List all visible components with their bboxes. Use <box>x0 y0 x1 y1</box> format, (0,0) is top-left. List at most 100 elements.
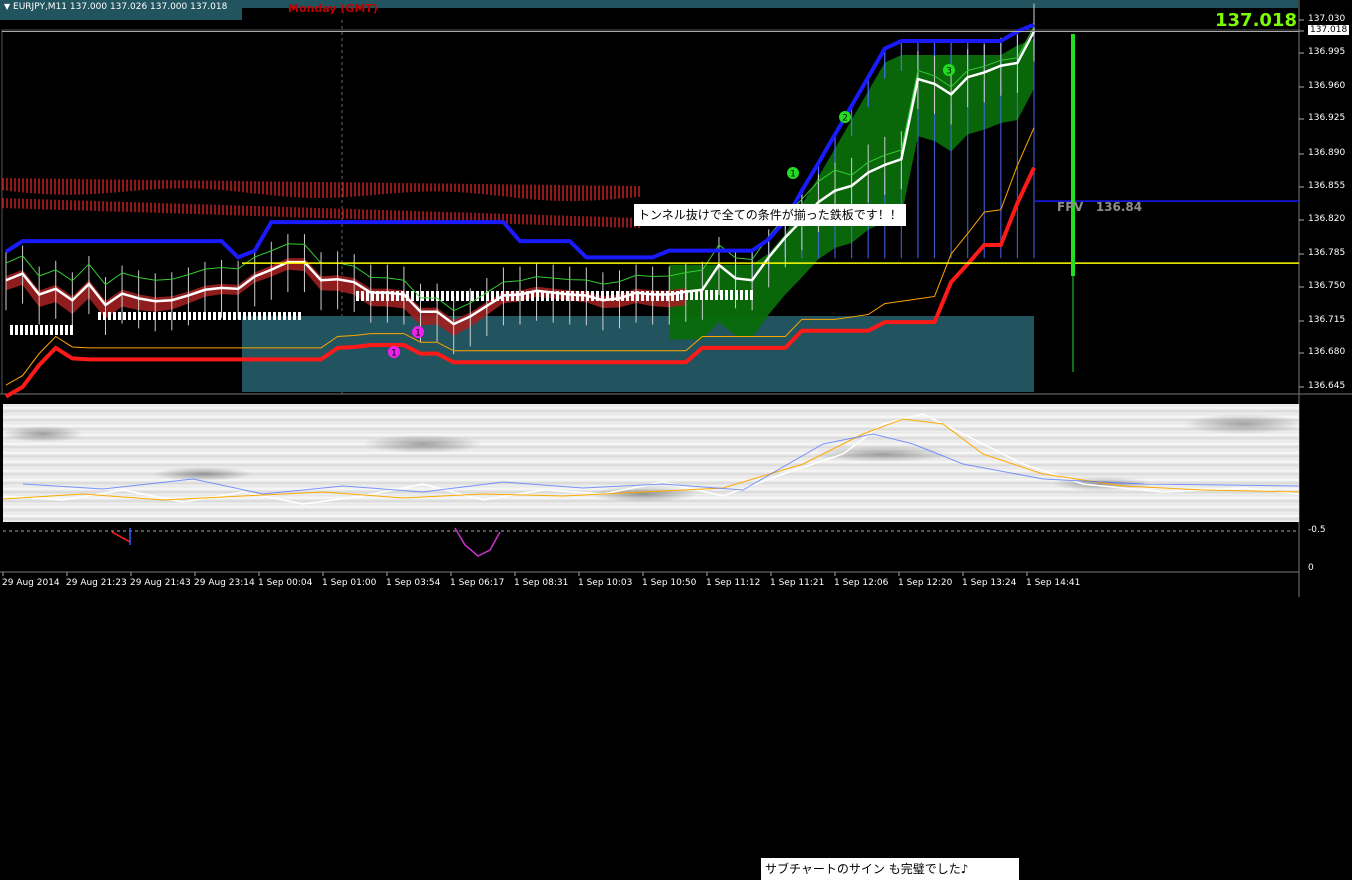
x-tick-label: 1 Sep 10:03 <box>578 578 633 588</box>
white-block-mark <box>183 312 186 320</box>
white-block-mark <box>401 291 404 301</box>
white-block-mark <box>15 325 18 335</box>
white-block-mark <box>153 312 156 320</box>
white-block-mark <box>446 291 449 301</box>
signal-label: 1 <box>415 329 421 339</box>
y-tick-label: 136.960 <box>1308 81 1346 91</box>
x-tick-label: 1 Sep 08:31 <box>514 578 569 588</box>
white-block-mark <box>491 291 494 301</box>
white-block-mark <box>750 290 753 300</box>
white-block-mark <box>223 312 226 320</box>
x-tick-label: 1 Sep 14:41 <box>1026 578 1081 588</box>
y-tick-label: 137.018 <box>1308 25 1350 35</box>
y-tick-label: 136.715 <box>1308 315 1346 325</box>
symbol-label: ▼ EURJPY,M11 137.000 137.026 137.000 137… <box>4 2 227 12</box>
x-tick-label: 1 Sep 12:06 <box>834 578 889 588</box>
signal-label: 2 <box>842 114 848 124</box>
white-block-mark <box>35 325 38 335</box>
session-label: Monday (GMT) <box>288 2 378 15</box>
white-block-mark <box>253 312 256 320</box>
white-block-mark <box>65 325 68 335</box>
white-block-mark <box>288 312 291 320</box>
white-block-mark <box>268 312 271 320</box>
white-block-mark <box>138 312 141 320</box>
white-block-mark <box>411 291 414 301</box>
white-block-mark <box>666 291 669 301</box>
white-block-mark <box>700 290 703 300</box>
white-block-mark <box>710 290 713 300</box>
y-tick-label: 136.820 <box>1308 214 1346 224</box>
sub-chart-lines <box>3 413 1299 505</box>
white-block-mark <box>213 312 216 320</box>
white-block-mark <box>243 312 246 320</box>
white-block-mark <box>461 291 464 301</box>
white-block-mark <box>671 291 674 301</box>
white-block-mark <box>283 312 286 320</box>
white-block-mark <box>233 312 236 320</box>
white-block-mark <box>98 312 101 320</box>
x-tick-label: 1 Sep 01:00 <box>322 578 377 588</box>
y-tick-label: 136.890 <box>1308 148 1346 158</box>
white-block-mark <box>536 291 539 301</box>
current-price-display: 137.018 <box>1215 10 1297 31</box>
sub-y-tick-label: 0 <box>1308 563 1314 573</box>
signal-label: 1 <box>790 170 796 180</box>
y-tick-label: 136.645 <box>1308 381 1346 391</box>
white-block-mark <box>441 291 444 301</box>
y-tick-label: 136.680 <box>1308 347 1346 357</box>
white-block-mark <box>456 291 459 301</box>
white-block-mark <box>143 312 146 320</box>
top-session-strip <box>242 0 1298 8</box>
white-block-mark <box>133 312 136 320</box>
white-block-mark <box>248 312 251 320</box>
main-chart-note: トンネル抜けで全ての条件が揃った鉄板です！！ <box>634 204 906 226</box>
white-block-mark <box>740 290 743 300</box>
white-block-mark <box>278 312 281 320</box>
white-block-mark <box>10 325 13 335</box>
x-tick-label: 1 Sep 11:12 <box>706 578 761 588</box>
white-block-mark <box>45 325 48 335</box>
sub-chart-panel[interactable]: サブチャートのサイン も完璧でした♪ <box>3 404 1299 880</box>
white-block-mark <box>25 325 28 335</box>
white-block-mark <box>356 291 359 301</box>
white-block-mark <box>471 291 474 301</box>
white-block-mark <box>218 312 221 320</box>
x-tick-label: 1 Sep 00:04 <box>258 578 313 588</box>
white-block-mark <box>178 312 181 320</box>
x-tick-label: 29 Aug 21:23 <box>66 578 127 588</box>
x-tick-label: 1 Sep 11:21 <box>770 578 825 588</box>
white-block-mark <box>451 291 454 301</box>
x-tick-label: 1 Sep 13:24 <box>962 578 1017 588</box>
white-block-mark <box>60 325 63 335</box>
x-tick-label: 1 Sep 03:54 <box>386 578 441 588</box>
symbol-text: EURJPY,M11 137.000 137.026 137.000 137.0… <box>13 2 228 12</box>
x-tick-label: 29 Aug 21:43 <box>130 578 191 588</box>
white-block-mark <box>730 290 733 300</box>
x-tick-label: 1 Sep 06:17 <box>450 578 505 588</box>
white-block-mark <box>715 290 718 300</box>
white-block-mark <box>273 312 276 320</box>
y-tick-label: 137.030 <box>1308 14 1346 24</box>
signal-label: 3 <box>946 67 952 77</box>
white-block-mark <box>158 312 161 320</box>
white-block-mark <box>113 312 116 320</box>
white-block-mark <box>40 325 43 335</box>
white-block-mark <box>148 312 151 320</box>
white-block-mark <box>228 312 231 320</box>
sub-magenta-curve <box>454 527 501 557</box>
white-block-mark <box>128 312 131 320</box>
white-block-mark <box>656 291 659 301</box>
menu-triangle-icon[interactable]: ▼ <box>4 2 10 11</box>
white-block-mark <box>30 325 33 335</box>
x-tick-label: 1 Sep 12:20 <box>898 578 953 588</box>
white-block-mark <box>238 312 241 320</box>
sub-chart-note: サブチャートのサイン も完璧でした♪ <box>761 858 1019 880</box>
white-block-mark <box>55 325 58 335</box>
x-tick-label: 1 Sep 10:50 <box>642 578 697 588</box>
white-block-mark <box>173 312 176 320</box>
y-tick-label: 136.750 <box>1308 281 1346 291</box>
white-block-mark <box>123 312 126 320</box>
white-block-mark <box>298 312 301 320</box>
white-block-mark <box>208 312 211 320</box>
y-tick-label: 136.785 <box>1308 248 1346 258</box>
